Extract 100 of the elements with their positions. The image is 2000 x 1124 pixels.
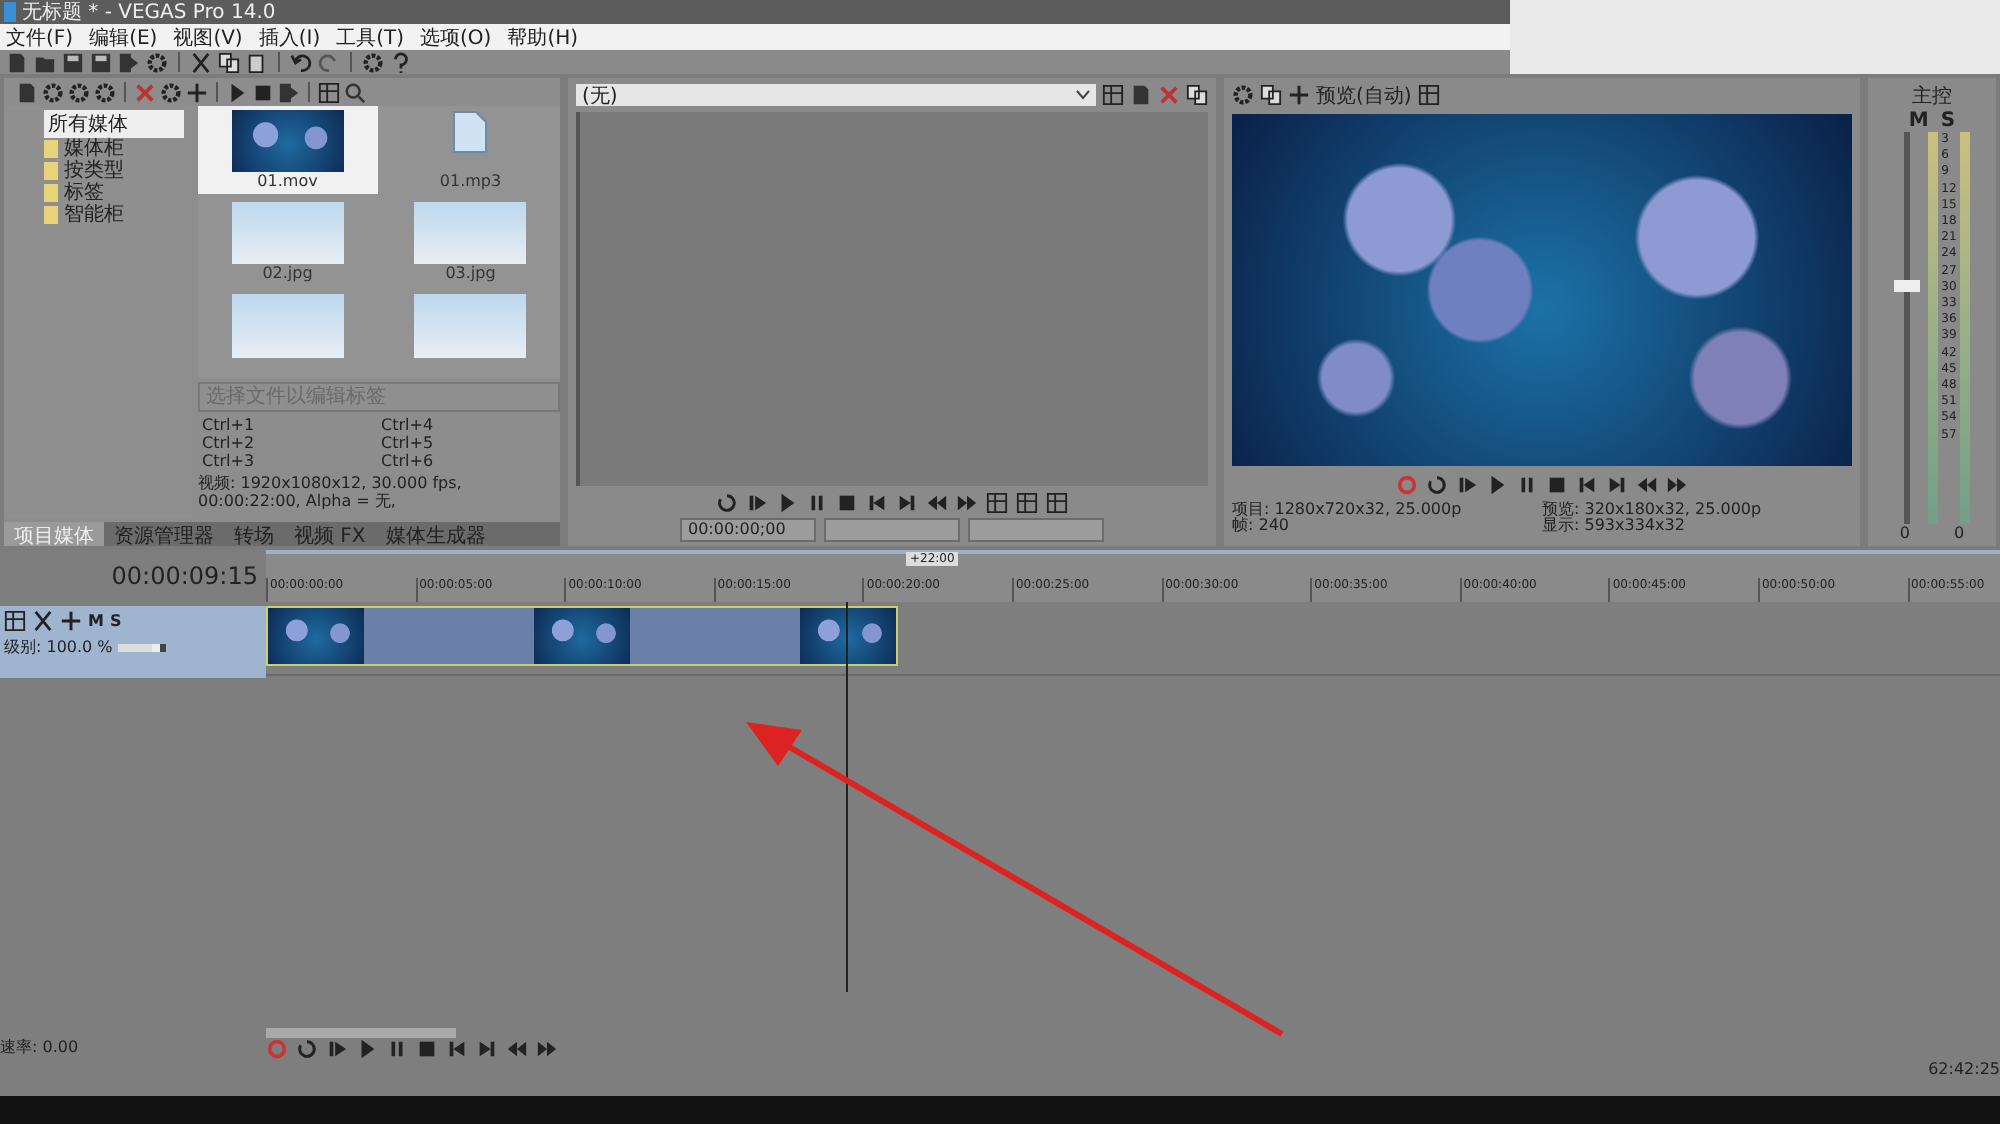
- video-clip[interactable]: [266, 606, 899, 666]
- chevron-down-icon[interactable]: [1076, 90, 1090, 100]
- prev-icon[interactable]: [1576, 473, 1598, 495]
- gear-icon[interactable]: [160, 81, 182, 103]
- back-icon[interactable]: [506, 1038, 528, 1060]
- source-dropdown[interactable]: (无): [576, 84, 1096, 106]
- media-file[interactable]: 02.jpg: [198, 198, 377, 286]
- shortcut-label: Ctrl+6: [381, 452, 436, 470]
- menu-item[interactable]: 文件(F): [6, 23, 74, 51]
- copy-icon[interactable]: [1186, 84, 1208, 106]
- back-icon[interactable]: [926, 491, 948, 513]
- time-field[interactable]: 00:00:00;00: [680, 518, 816, 542]
- next-icon[interactable]: [1606, 473, 1628, 495]
- track-level-label: 级别: 100.0 %: [4, 636, 113, 658]
- rate-label: 速率: 0.00: [0, 1038, 79, 1056]
- play-icon[interactable]: [776, 491, 798, 513]
- playfrom-icon[interactable]: [326, 1038, 348, 1060]
- save-icon[interactable]: [90, 51, 112, 73]
- copy-icon[interactable]: [218, 51, 240, 73]
- mute-toggle[interactable]: M: [88, 612, 104, 630]
- media-file[interactable]: 01.mp3: [381, 106, 560, 194]
- stop-icon[interactable]: [416, 1038, 438, 1060]
- grid-icon[interactable]: [1417, 84, 1440, 106]
- shortcut-label: Ctrl+5: [381, 434, 436, 452]
- time-field[interactable]: [968, 518, 1104, 542]
- menu-item[interactable]: 选项(O): [420, 23, 492, 51]
- grid-icon[interactable]: [1046, 491, 1068, 513]
- menu-item[interactable]: 工具(T): [336, 23, 405, 51]
- tree-item[interactable]: 标签: [64, 182, 104, 204]
- fwd-icon[interactable]: [536, 1038, 558, 1060]
- gear-icon[interactable]: [68, 81, 90, 103]
- menu-item[interactable]: 视图(V): [173, 23, 243, 51]
- playfrom-icon[interactable]: [1456, 473, 1478, 495]
- menu-item[interactable]: 帮助(H): [507, 23, 579, 51]
- pause-icon[interactable]: [806, 491, 828, 513]
- tree-item[interactable]: 按类型: [64, 160, 124, 182]
- paste-icon[interactable]: [246, 51, 268, 73]
- cut-icon[interactable]: [32, 610, 54, 632]
- undo-icon[interactable]: [290, 51, 312, 73]
- cut-icon[interactable]: [190, 51, 212, 73]
- horizontal-scrollbar[interactable]: [266, 1028, 456, 1038]
- shortcut-label: Ctrl+4: [381, 416, 436, 434]
- photo-placeholder: [414, 294, 527, 358]
- pause-icon[interactable]: [1516, 473, 1538, 495]
- playfrom-icon[interactable]: [746, 491, 768, 513]
- loop-icon[interactable]: [716, 491, 738, 513]
- grid-icon[interactable]: [986, 491, 1008, 513]
- audio-file-icon: [452, 110, 489, 154]
- tree-item[interactable]: 所有媒体: [44, 110, 184, 138]
- preview-info: 预览: 320x180x32, 25.000p: [1542, 502, 1764, 518]
- prev-icon[interactable]: [446, 1038, 468, 1060]
- next-icon[interactable]: [476, 1038, 498, 1060]
- loop-icon[interactable]: [1426, 473, 1448, 495]
- gear-icon[interactable]: [362, 51, 384, 73]
- preview-quality-dropdown[interactable]: 预览(自动): [1316, 81, 1412, 109]
- volume-fader[interactable]: [1893, 132, 1920, 524]
- search-icon[interactable]: [344, 81, 366, 103]
- preview-info: 显示: 593x334x32: [1542, 518, 1687, 534]
- timecode: 00:00:09:15: [111, 562, 258, 590]
- prev-icon[interactable]: [866, 491, 888, 513]
- stop-icon[interactable]: [252, 81, 274, 103]
- back-icon[interactable]: [1636, 473, 1658, 495]
- media-file[interactable]: 01.mov: [198, 106, 377, 194]
- shortcut-label: Ctrl+1: [202, 416, 257, 434]
- loop-icon[interactable]: [296, 1038, 318, 1060]
- video-thumbnail: [231, 110, 344, 172]
- fader-thumb[interactable]: [1893, 280, 1920, 293]
- stop-icon[interactable]: [836, 491, 858, 513]
- preview-info: 项目: 1280x720x32, 25.000p: [1232, 502, 1464, 518]
- grid-icon[interactable]: [4, 610, 26, 632]
- doc-icon[interactable]: [1130, 84, 1152, 106]
- app-logo-icon: [4, 2, 16, 22]
- solo-toggle[interactable]: S: [1940, 110, 1956, 132]
- tree-item[interactable]: 智能柜: [64, 204, 124, 226]
- grid-icon[interactable]: [318, 81, 340, 103]
- gear-icon[interactable]: [42, 81, 64, 103]
- track-header[interactable]: M S 级别: 100.0 %: [0, 606, 266, 678]
- mute-toggle[interactable]: M: [1908, 110, 1929, 132]
- stop-icon[interactable]: [1546, 473, 1568, 495]
- fwd-icon[interactable]: [1666, 473, 1688, 495]
- media-file[interactable]: 03.jpg: [381, 198, 560, 286]
- menu-item[interactable]: 插入(I): [258, 23, 321, 51]
- menu-item[interactable]: 编辑(E): [89, 23, 158, 51]
- time-field[interactable]: [824, 518, 960, 542]
- gear-icon[interactable]: [146, 51, 168, 73]
- solo-toggle[interactable]: S: [109, 612, 122, 630]
- grid-icon[interactable]: [1102, 84, 1124, 106]
- photo-placeholder: [231, 294, 344, 358]
- record-time: 62:42:25: [1928, 1060, 2000, 1078]
- next-icon[interactable]: [896, 491, 918, 513]
- copy-icon[interactable]: [1260, 84, 1282, 106]
- gear-icon[interactable]: [94, 81, 116, 103]
- help-icon[interactable]: [390, 51, 412, 73]
- grid-icon[interactable]: [1016, 491, 1038, 513]
- gear-icon[interactable]: [1232, 84, 1254, 106]
- save-icon[interactable]: [62, 51, 84, 73]
- play-icon[interactable]: [1486, 473, 1508, 495]
- fwd-icon[interactable]: [956, 491, 978, 513]
- pause-icon[interactable]: [386, 1038, 408, 1060]
- tree-item[interactable]: 媒体柜: [64, 138, 124, 160]
